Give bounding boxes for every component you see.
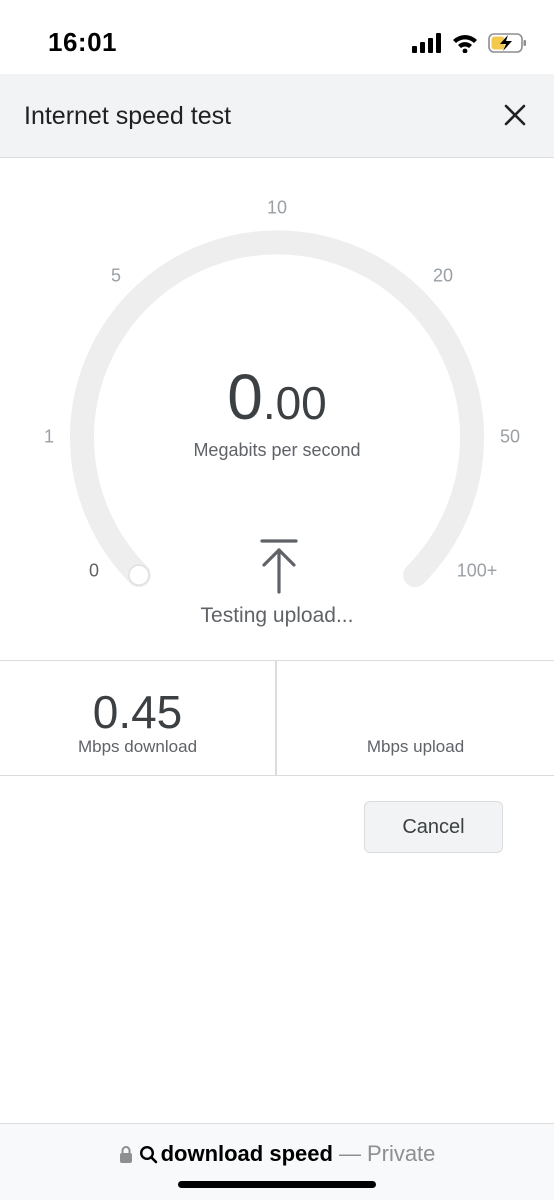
upload-speed-label: Mbps upload [366,737,465,756]
battery-charging-icon [488,33,526,53]
speed-test-header: Internet speed test [0,74,554,158]
search-icon [139,1145,157,1163]
current-speed-readout: 0.00 [0,360,554,434]
download-speed-value: 0.45 [92,686,183,738]
upload-arrow-icon [260,539,298,594]
lock-icon [119,1146,132,1163]
home-indicator[interactable] [178,1181,376,1188]
close-button[interactable] [500,100,530,130]
signal-icon [412,33,441,53]
close-icon [504,104,526,126]
results-row: 0.45 Mbps download Mbps upload [0,660,554,776]
browsing-mode: Private [366,1141,436,1166]
tick-label-10: 10 [266,197,288,218]
download-speed-label: Mbps download [77,737,198,756]
browser-address-bar: download speed — Private [0,1123,554,1200]
address-query: download speed [160,1141,333,1166]
status-time: 16:01 [48,27,117,57]
speed-decimal: .00 [262,377,327,429]
speed-integer: 0 [227,361,263,433]
download-result: 0.45 Mbps download [0,661,277,776]
wifi-icon [453,35,477,53]
cancel-button[interactable]: Cancel [364,801,503,853]
address-field[interactable]: download speed — Private [0,1141,554,1167]
status-icons [412,30,528,56]
gauge-needle-dot [128,564,150,586]
address-separator: — [338,1141,361,1166]
tick-label-20: 20 [432,265,454,286]
speed-unit-label: Megabits per second [193,440,361,460]
tick-label-0: 0 [88,560,100,581]
upload-result: Mbps upload [277,661,554,776]
tick-label-100-plus: 100+ [456,560,498,581]
speed-gauge: 0 1 5 10 20 50 100+ 0.00 Megabits per se… [0,158,554,660]
test-status-label: Testing upload... [200,604,354,627]
status-bar: 16:01 [0,0,554,74]
page-title: Internet speed test [24,102,232,130]
tick-label-5: 5 [110,265,122,286]
